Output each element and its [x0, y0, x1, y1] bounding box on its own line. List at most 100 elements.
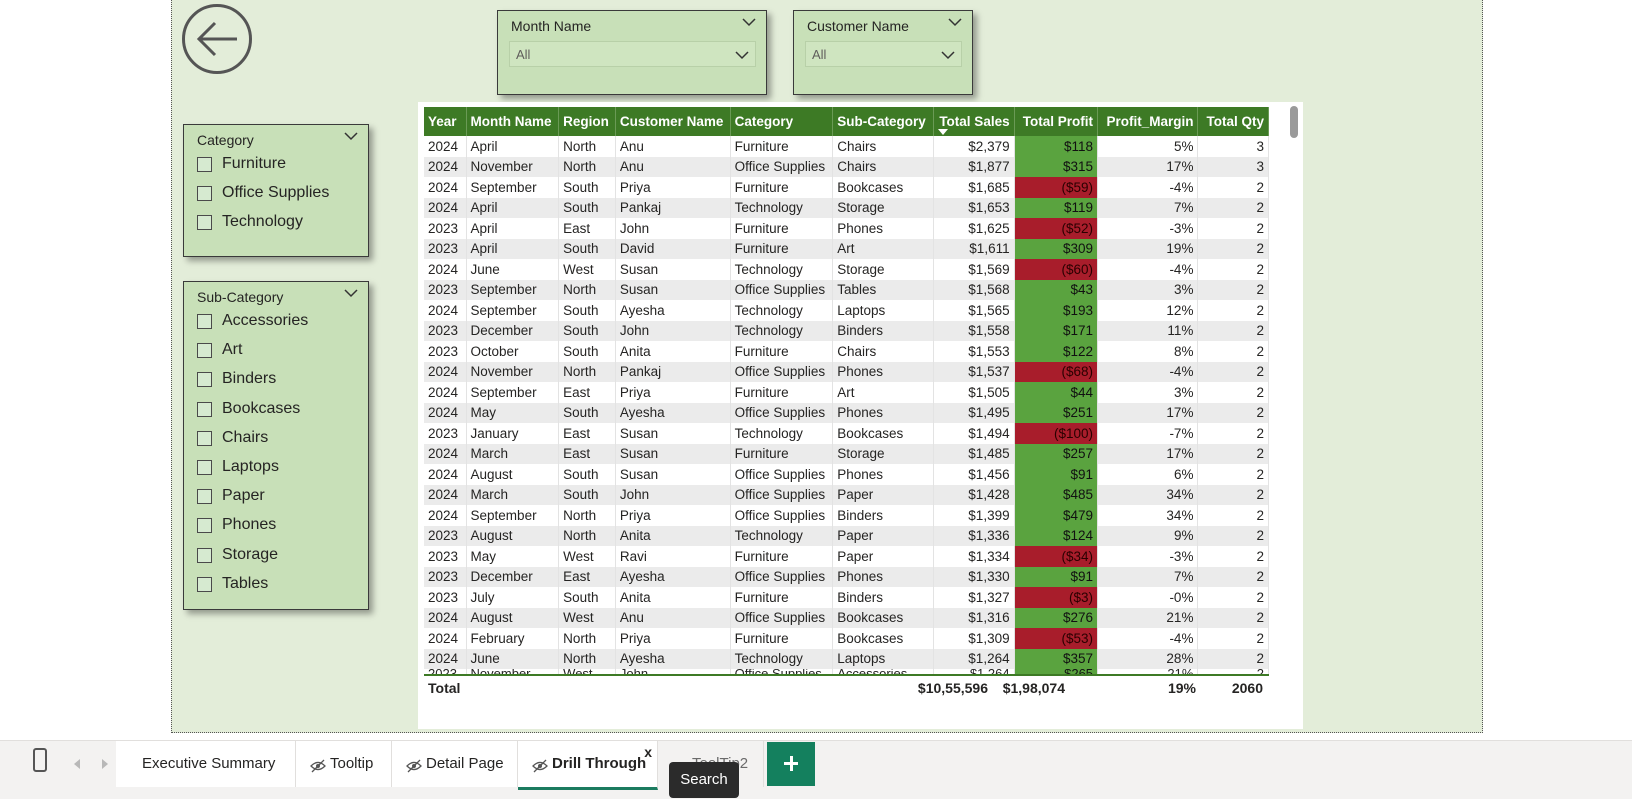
add-page-button[interactable]	[767, 742, 815, 786]
item-label: Binders	[222, 370, 277, 387]
table-row[interactable]: 2023 August North Anita Technology Paper $1,33…	[424, 525, 1269, 546]
table-cell: 3%	[1097, 279, 1199, 300]
column-header-sorted[interactable]: Total Sales	[933, 107, 1015, 136]
table-scrollbar[interactable]	[1290, 106, 1298, 138]
table-row[interactable]: 2024 September South Ayesha Technology Laptop…	[424, 300, 1269, 321]
chevron-down-icon[interactable]	[344, 131, 358, 141]
back-button[interactable]	[182, 4, 252, 74]
table-cell: 12%	[1097, 300, 1199, 321]
checkbox[interactable]	[197, 489, 212, 504]
column-header[interactable]: Profit_Margin	[1097, 107, 1199, 136]
phone-icon[interactable]	[33, 748, 47, 772]
table-row[interactable]: 2023 December East Ayesha Office Supplies Pho…	[424, 566, 1269, 587]
table-cell: September	[466, 505, 560, 526]
tab-executive-summary[interactable]: Executive Summary	[116, 741, 296, 787]
table-cell: September	[466, 300, 560, 321]
checkbox[interactable]	[197, 186, 212, 201]
column-header[interactable]: Region	[558, 107, 616, 136]
table-row[interactable]: 2024 September East Priya Furniture Art $1,505…	[424, 382, 1269, 403]
table-cell: Furniture	[730, 238, 834, 259]
column-header[interactable]: Year	[424, 107, 467, 136]
column-header[interactable]: Customer Name	[615, 107, 731, 136]
table-cell: 2023	[424, 341, 467, 362]
table-row[interactable]: 2024 June North Ayesha Technology Laptops $1,2…	[424, 648, 1269, 669]
table-cell: Ayesha	[615, 566, 731, 587]
checkbox[interactable]	[197, 343, 212, 358]
table-row[interactable]: 2023 December South John Technology Binders $1…	[424, 320, 1269, 341]
table-row[interactable]: 2023 September North Susan Office Supplies Ta…	[424, 279, 1269, 300]
chevron-left-icon[interactable]	[74, 759, 80, 769]
checkbox[interactable]	[197, 548, 212, 563]
close-tab-button[interactable]: x	[644, 744, 652, 760]
column-header[interactable]: Category	[730, 107, 834, 136]
table-row[interactable]: 2024 March East Susan Furniture Storage $1,485…	[424, 443, 1269, 464]
checkbox[interactable]	[197, 372, 212, 387]
tab-tooltip[interactable]: Tooltip	[296, 741, 392, 787]
column-header[interactable]: Sub-Category	[832, 107, 934, 136]
table-row[interactable]: 2024 November North Pankaj Office Supplies Ph…	[424, 361, 1269, 382]
table-cell: 5%	[1097, 136, 1199, 157]
month-name-dropdown[interactable]: All	[509, 41, 756, 67]
table-body: 2024 April North Anu Furniture Chairs $2,379 $1…	[424, 136, 1269, 679]
table-row[interactable]: 2024 May South Ayesha Office Supplies Phones $…	[424, 402, 1269, 423]
checkbox[interactable]	[197, 215, 212, 230]
table-row[interactable]: 2024 August South Susan Office Supplies Phone…	[424, 464, 1269, 485]
table-row[interactable]: 2023 April South David Furniture Art $1,611 $30…	[424, 238, 1269, 259]
checkbox[interactable]	[197, 518, 212, 533]
table-row[interactable]: 2024 February North Priya Furniture Bookcases…	[424, 628, 1269, 649]
tab-drill-through[interactable]: Drill Through x	[518, 741, 658, 790]
table-row[interactable]: 2024 September North Priya Office Supplies Bi…	[424, 505, 1269, 526]
checkbox[interactable]	[197, 577, 212, 592]
table-cell: 2023	[424, 587, 467, 608]
table-cell: Storage	[832, 197, 934, 218]
checkbox[interactable]	[197, 431, 212, 446]
table-cell: $118	[1014, 136, 1099, 157]
table-cell: 2024	[424, 300, 467, 321]
table-cell: August	[466, 464, 560, 485]
table-cell: -4%	[1097, 177, 1199, 198]
item-label: Paper	[222, 487, 265, 504]
table-row[interactable]: 2024 April South Pankaj Technology Storage $1,…	[424, 197, 1269, 218]
table-cell: Storage	[832, 443, 934, 464]
table-cell: March	[466, 443, 560, 464]
item-label: Accessories	[222, 312, 309, 329]
table-row[interactable]: 2023 May West Ravi Furniture Paper $1,334 ($34)…	[424, 546, 1269, 567]
chevron-down-icon[interactable]	[344, 288, 358, 298]
table-row[interactable]: 2024 March South John Office Supplies Paper $1…	[424, 484, 1269, 505]
table-cell: June	[466, 259, 560, 280]
table-row[interactable]: 2024 June West Susan Technology Storage $1,569…	[424, 259, 1269, 280]
table-row[interactable]: 2023 October South Anita Furniture Chairs $1,5…	[424, 341, 1269, 362]
chevron-right-icon[interactable]	[102, 759, 108, 769]
eye-hidden-icon	[406, 759, 422, 773]
column-header[interactable]: Total Profit	[1014, 107, 1099, 136]
table-row[interactable]: 2024 September South Priya Furniture Bookcase…	[424, 177, 1269, 198]
customer-name-dropdown[interactable]: All	[805, 41, 962, 67]
column-header[interactable]: Month Name	[466, 107, 560, 136]
checkbox[interactable]	[197, 460, 212, 475]
table-cell: South	[558, 300, 616, 321]
table-row[interactable]: 2023 July South Anita Furniture Binders $1,327…	[424, 587, 1269, 608]
column-header[interactable]: Total Qty	[1197, 107, 1269, 136]
checkbox[interactable]	[197, 157, 212, 172]
table-cell: Pankaj	[615, 197, 731, 218]
total-profit: $1,98,074	[1002, 680, 1065, 696]
table-cell: Furniture	[730, 546, 834, 567]
table-cell: $171	[1014, 320, 1099, 341]
table-cell: North	[558, 525, 616, 546]
table-cell: April	[466, 136, 560, 157]
checkbox[interactable]	[197, 314, 212, 329]
chevron-down-icon[interactable]	[948, 17, 962, 27]
chevron-down-icon[interactable]	[742, 17, 756, 27]
table-cell: September	[466, 382, 560, 403]
table-row[interactable]: 2023 April East John Furniture Phones $1,625 ($…	[424, 218, 1269, 239]
table-cell: 2024	[424, 361, 467, 382]
table-row[interactable]: 2024 November North Anu Office Supplies Chair…	[424, 156, 1269, 177]
table-row[interactable]: 2024 August West Anu Office Supplies Bookcase…	[424, 607, 1269, 628]
table-cell: $276	[1014, 607, 1099, 628]
checkbox[interactable]	[197, 402, 212, 417]
tab-detail-page[interactable]: Detail Page	[392, 741, 518, 787]
table-row[interactable]: 2024 April North Anu Furniture Chairs $2,379 $1…	[424, 136, 1269, 157]
table-cell: 3	[1197, 136, 1269, 157]
table-row[interactable]: 2023 January East Susan Technology Bookcases $…	[424, 423, 1269, 444]
table-cell: August	[466, 525, 560, 546]
